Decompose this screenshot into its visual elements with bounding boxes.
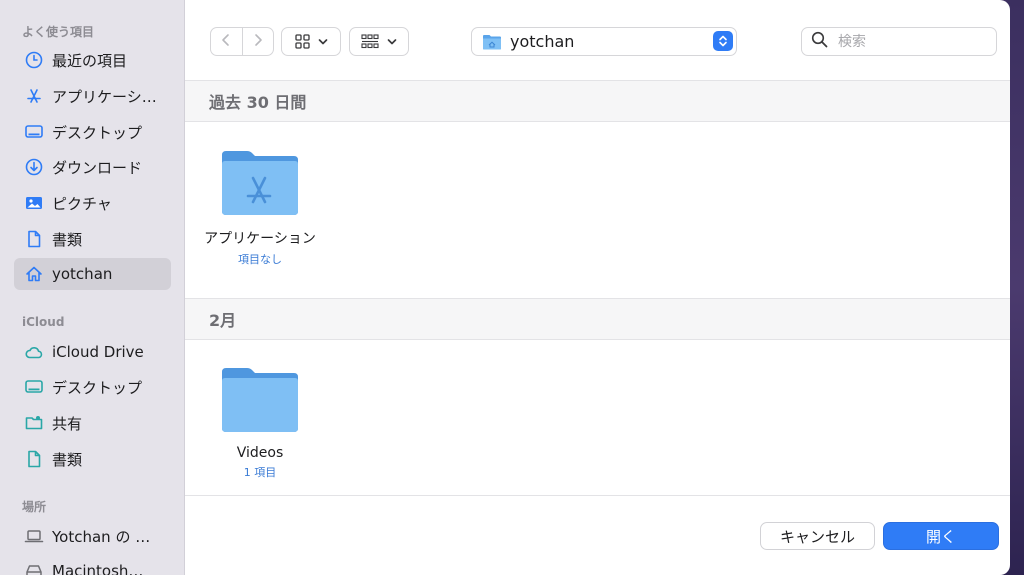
- divider: [185, 121, 1010, 122]
- sidebar-item-label: デスクトップ: [52, 378, 143, 397]
- forward-button[interactable]: [241, 28, 274, 55]
- sidebar-item-label: yotchan: [52, 265, 113, 283]
- document-icon: [23, 228, 45, 250]
- file-item-subtitle: 項目なし: [238, 253, 282, 266]
- search-input[interactable]: [836, 32, 990, 51]
- section-title: 2月: [209, 311, 237, 330]
- clock-icon: [23, 49, 45, 71]
- disk-icon: [23, 560, 45, 575]
- open-file-dialog: よく使う項目 最近の項目 アプリケーシ… デスクトップ ダウンロード ピクチャ …: [0, 0, 1010, 575]
- app-store-icon: [23, 85, 45, 107]
- sidebar-item-shared[interactable]: 共有: [14, 407, 171, 439]
- file-item-name: Videos: [236, 445, 284, 461]
- sidebar-item-label: iCloud Drive: [52, 343, 144, 361]
- cancel-button[interactable]: キャンセル: [760, 522, 875, 550]
- home-icon: [23, 263, 45, 285]
- download-icon: [23, 156, 45, 178]
- sidebar-item-label: 書類: [52, 230, 83, 249]
- app-folder-icon: [195, 150, 325, 216]
- sidebar-section-locations: 場所: [22, 500, 47, 514]
- sidebar-item-label: アプリケーシ…: [52, 87, 157, 106]
- sidebar-item-macintosh-hd[interactable]: Macintosh…: [14, 555, 171, 575]
- icon-view-icon: [294, 34, 310, 49]
- up-down-chevron-icon: [713, 31, 733, 51]
- sidebar-item-label: Macintosh…: [52, 562, 144, 575]
- sidebar-item-documents[interactable]: 書類: [14, 223, 171, 255]
- laptop-icon: [23, 525, 45, 547]
- section-title: 過去 30 日間: [209, 93, 307, 112]
- chevron-down-icon: [318, 38, 328, 46]
- back-button[interactable]: [211, 28, 242, 55]
- location-popup[interactable]: yotchan: [471, 27, 737, 56]
- sidebar-item-applications[interactable]: アプリケーシ…: [14, 80, 171, 112]
- group-icon: [361, 34, 379, 49]
- shared-folder-icon: [23, 412, 45, 434]
- chevron-left-icon: [220, 32, 232, 51]
- sidebar: よく使う項目 最近の項目 アプリケーシ… デスクトップ ダウンロード ピクチャ …: [0, 0, 185, 575]
- sidebar-item-icloud-documents[interactable]: 書類: [14, 443, 171, 475]
- desktop-icon: [23, 121, 45, 143]
- toolbar: yotchan: [185, 0, 1010, 80]
- sidebar-item-label: 最近の項目: [52, 51, 128, 70]
- photo-icon: [23, 192, 45, 214]
- sidebar-item-label: Yotchan の …: [52, 527, 151, 546]
- sidebar-item-icloud-drive[interactable]: iCloud Drive: [14, 336, 171, 368]
- sidebar-item-desktop[interactable]: デスクトップ: [14, 116, 171, 148]
- desktop-icon: [23, 376, 45, 398]
- sidebar-section-icloud: iCloud: [22, 315, 65, 329]
- current-folder-label: yotchan: [510, 32, 575, 51]
- search-icon: [802, 31, 828, 52]
- sidebar-item-label: 共有: [52, 414, 83, 433]
- file-item-name: アプリケーション: [204, 231, 316, 247]
- search-field[interactable]: [801, 27, 997, 56]
- folder-icon: [195, 367, 325, 433]
- sidebar-item-recents[interactable]: 最近の項目: [14, 44, 171, 76]
- sidebar-item-label: 書類: [52, 450, 83, 469]
- section-header-recent: 過去 30 日間: [185, 81, 1010, 121]
- section-header-february: 2月: [185, 299, 1010, 339]
- divider: [185, 339, 1010, 340]
- document-icon: [23, 448, 45, 470]
- file-browser: yotchan 過去 30 日間 アプリケーション 項目なし: [185, 0, 1010, 575]
- chevron-right-icon: [252, 32, 264, 51]
- file-item-applications[interactable]: アプリケーション 項目なし: [195, 150, 325, 267]
- home-folder-icon: [482, 33, 502, 51]
- divider: [185, 495, 1010, 496]
- chevron-down-icon: [387, 38, 397, 46]
- sidebar-item-label: ピクチャ: [52, 194, 112, 213]
- sidebar-section-favorites: よく使う項目: [22, 25, 95, 39]
- view-mode-button[interactable]: [281, 27, 341, 56]
- group-by-button[interactable]: [349, 27, 409, 56]
- sidebar-item-downloads[interactable]: ダウンロード: [14, 151, 171, 183]
- file-item-subtitle: 1 項目: [243, 466, 277, 479]
- sidebar-item-pictures[interactable]: ピクチャ: [14, 187, 171, 219]
- sidebar-item-this-mac[interactable]: Yotchan の …: [14, 520, 171, 552]
- sidebar-item-home[interactable]: yotchan: [14, 258, 171, 290]
- file-item-videos[interactable]: Videos 1 項目: [195, 367, 325, 480]
- open-button[interactable]: 開く: [883, 522, 999, 550]
- sidebar-item-label: デスクトップ: [52, 123, 143, 142]
- cloud-icon: [23, 341, 45, 363]
- sidebar-item-label: ダウンロード: [52, 158, 143, 177]
- navigation-buttons: [210, 27, 274, 56]
- sidebar-item-icloud-desktop[interactable]: デスクトップ: [14, 371, 171, 403]
